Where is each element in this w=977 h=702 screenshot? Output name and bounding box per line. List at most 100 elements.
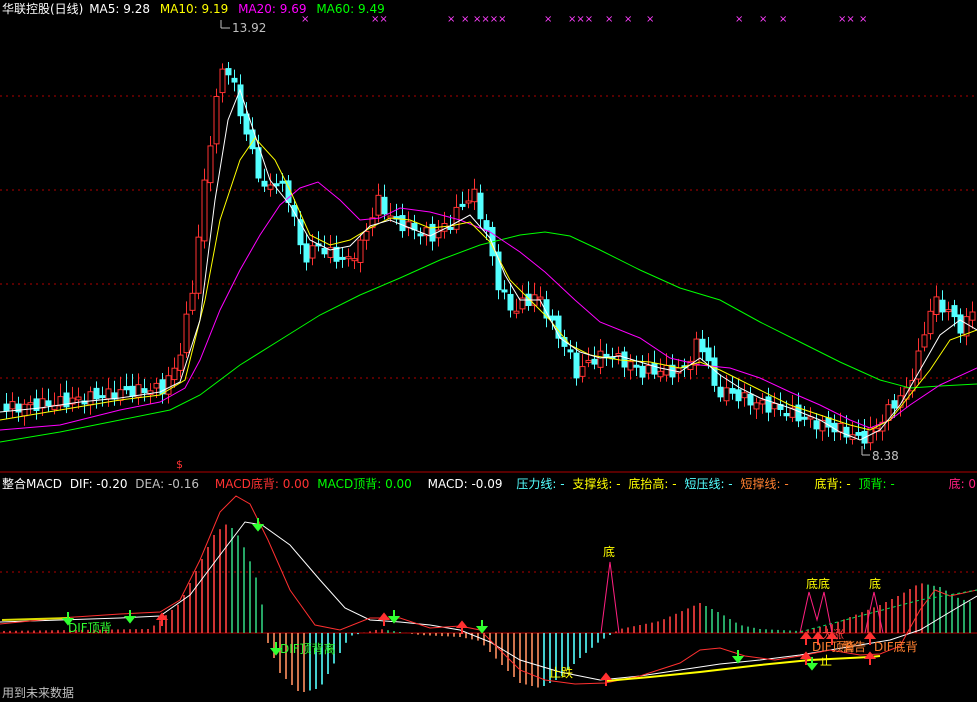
candle-up	[885, 404, 892, 421]
candle-down	[237, 84, 244, 117]
candle-down	[717, 386, 724, 398]
candle-down	[45, 400, 52, 406]
candle-down	[813, 420, 820, 430]
candle-down	[321, 247, 328, 255]
zhichengxian-value: 支撑线: -	[572, 477, 621, 491]
candle-up	[927, 310, 934, 335]
price-low-label: 8.38	[872, 449, 899, 463]
candle-up	[189, 292, 196, 311]
svg-text:×: ×	[735, 14, 743, 25]
candle-down	[891, 400, 898, 409]
didi-signal-peak	[799, 591, 833, 634]
candle-down	[501, 289, 508, 293]
candle-up	[153, 382, 160, 389]
candle-up	[579, 366, 586, 377]
candle-up	[267, 184, 274, 190]
dif-value: DIF: -0.20	[69, 477, 128, 491]
candle-down	[567, 349, 574, 353]
candle-down	[591, 358, 598, 365]
jinggao-annotation: 警告	[842, 640, 867, 654]
candle-down	[639, 365, 646, 378]
candle-up	[921, 334, 928, 348]
candle-down	[735, 389, 742, 402]
signal-dollar-marker: $	[176, 458, 183, 471]
candle-up	[309, 245, 316, 259]
candle-up	[363, 230, 370, 241]
price-grid	[0, 95, 977, 573]
di-annotation-1: 底	[603, 545, 616, 559]
candle-up	[375, 194, 382, 216]
di-signal-peak-1	[600, 561, 620, 634]
svg-text:×: ×	[301, 14, 309, 25]
candle-down	[99, 395, 106, 399]
candle-down	[633, 364, 640, 368]
candle-down	[93, 387, 100, 400]
ma10-line	[0, 137, 977, 431]
candle-down	[747, 393, 754, 406]
candle-down	[705, 347, 712, 362]
svg-text:×××: ×××	[568, 14, 593, 25]
stock-chart-window: 华联控股(日线) MA5: 9.28 MA10: 9.19 MA20: 9.69…	[0, 0, 977, 702]
candle-up	[39, 398, 46, 409]
candle-up	[513, 310, 520, 314]
candle-down	[477, 192, 484, 220]
svg-text:××: ××	[838, 14, 855, 25]
candle-down	[231, 77, 238, 83]
kline-chart[interactable]: × ×× × × ×××× × ××× × × × × × × ×× ×	[0, 0, 977, 702]
candle-up	[117, 389, 124, 401]
candle-up	[945, 309, 952, 313]
candle-down	[939, 299, 946, 313]
didi-annotation: 底底	[806, 577, 831, 591]
candle-up	[171, 367, 178, 381]
candle-down	[729, 388, 736, 394]
candle-up	[837, 423, 844, 433]
candle-up	[345, 256, 352, 260]
dea-value: DEA: -0.16	[135, 477, 200, 491]
candle-up	[537, 296, 544, 300]
candle-down	[429, 223, 436, 242]
candle-down	[507, 293, 514, 311]
dibei-value: 底背: -	[814, 477, 851, 491]
svg-text:×: ×	[624, 14, 632, 25]
candle-up	[105, 388, 112, 400]
candle-up	[657, 370, 664, 378]
candle-up	[663, 364, 670, 376]
candle-up	[9, 401, 16, 410]
ditaigao-value: 底抬高: -	[628, 477, 677, 491]
candle-down	[417, 233, 424, 237]
candle-up	[645, 365, 652, 374]
candle-down	[141, 388, 148, 394]
candle-up	[177, 354, 184, 371]
candle-down	[855, 432, 862, 436]
candle-down	[951, 305, 958, 318]
candle-up	[357, 239, 364, 263]
candle-down	[783, 412, 790, 417]
macd-value: MACD: -0.09	[427, 477, 503, 491]
candle-down	[957, 314, 964, 334]
candle-up	[219, 68, 226, 94]
candle-up	[615, 353, 622, 357]
price-high-label: 13.92	[232, 21, 267, 35]
candle-up	[183, 313, 190, 354]
candle-up	[723, 387, 730, 402]
svg-text:××: ××	[371, 14, 388, 25]
candle-down	[459, 203, 466, 207]
candle-down	[573, 352, 580, 379]
candle-up	[771, 403, 778, 410]
candle-up	[87, 391, 94, 406]
candle-up	[207, 145, 214, 184]
dingbei-value: 顶背: -	[858, 477, 895, 491]
low-marker	[861, 446, 870, 456]
future-data-notice: 用到未来数据	[2, 686, 75, 700]
macd-header: 整合MACD DIF: -0.20 DEA: -0.16 MACD底背: 0.0…	[2, 477, 977, 491]
candle-up	[27, 402, 34, 406]
candle-down	[399, 215, 406, 232]
svg-text:××××: ××××	[473, 14, 507, 25]
candle-down	[261, 180, 268, 187]
svg-text:×: ×	[544, 14, 552, 25]
top-signal-markers: × ×× × × ×××× × ××× × × × × × × ×× ×	[301, 14, 867, 25]
candle-down	[447, 226, 454, 230]
candle-down	[801, 416, 808, 420]
svg-text:×: ×	[759, 14, 767, 25]
candle-down	[621, 351, 628, 368]
